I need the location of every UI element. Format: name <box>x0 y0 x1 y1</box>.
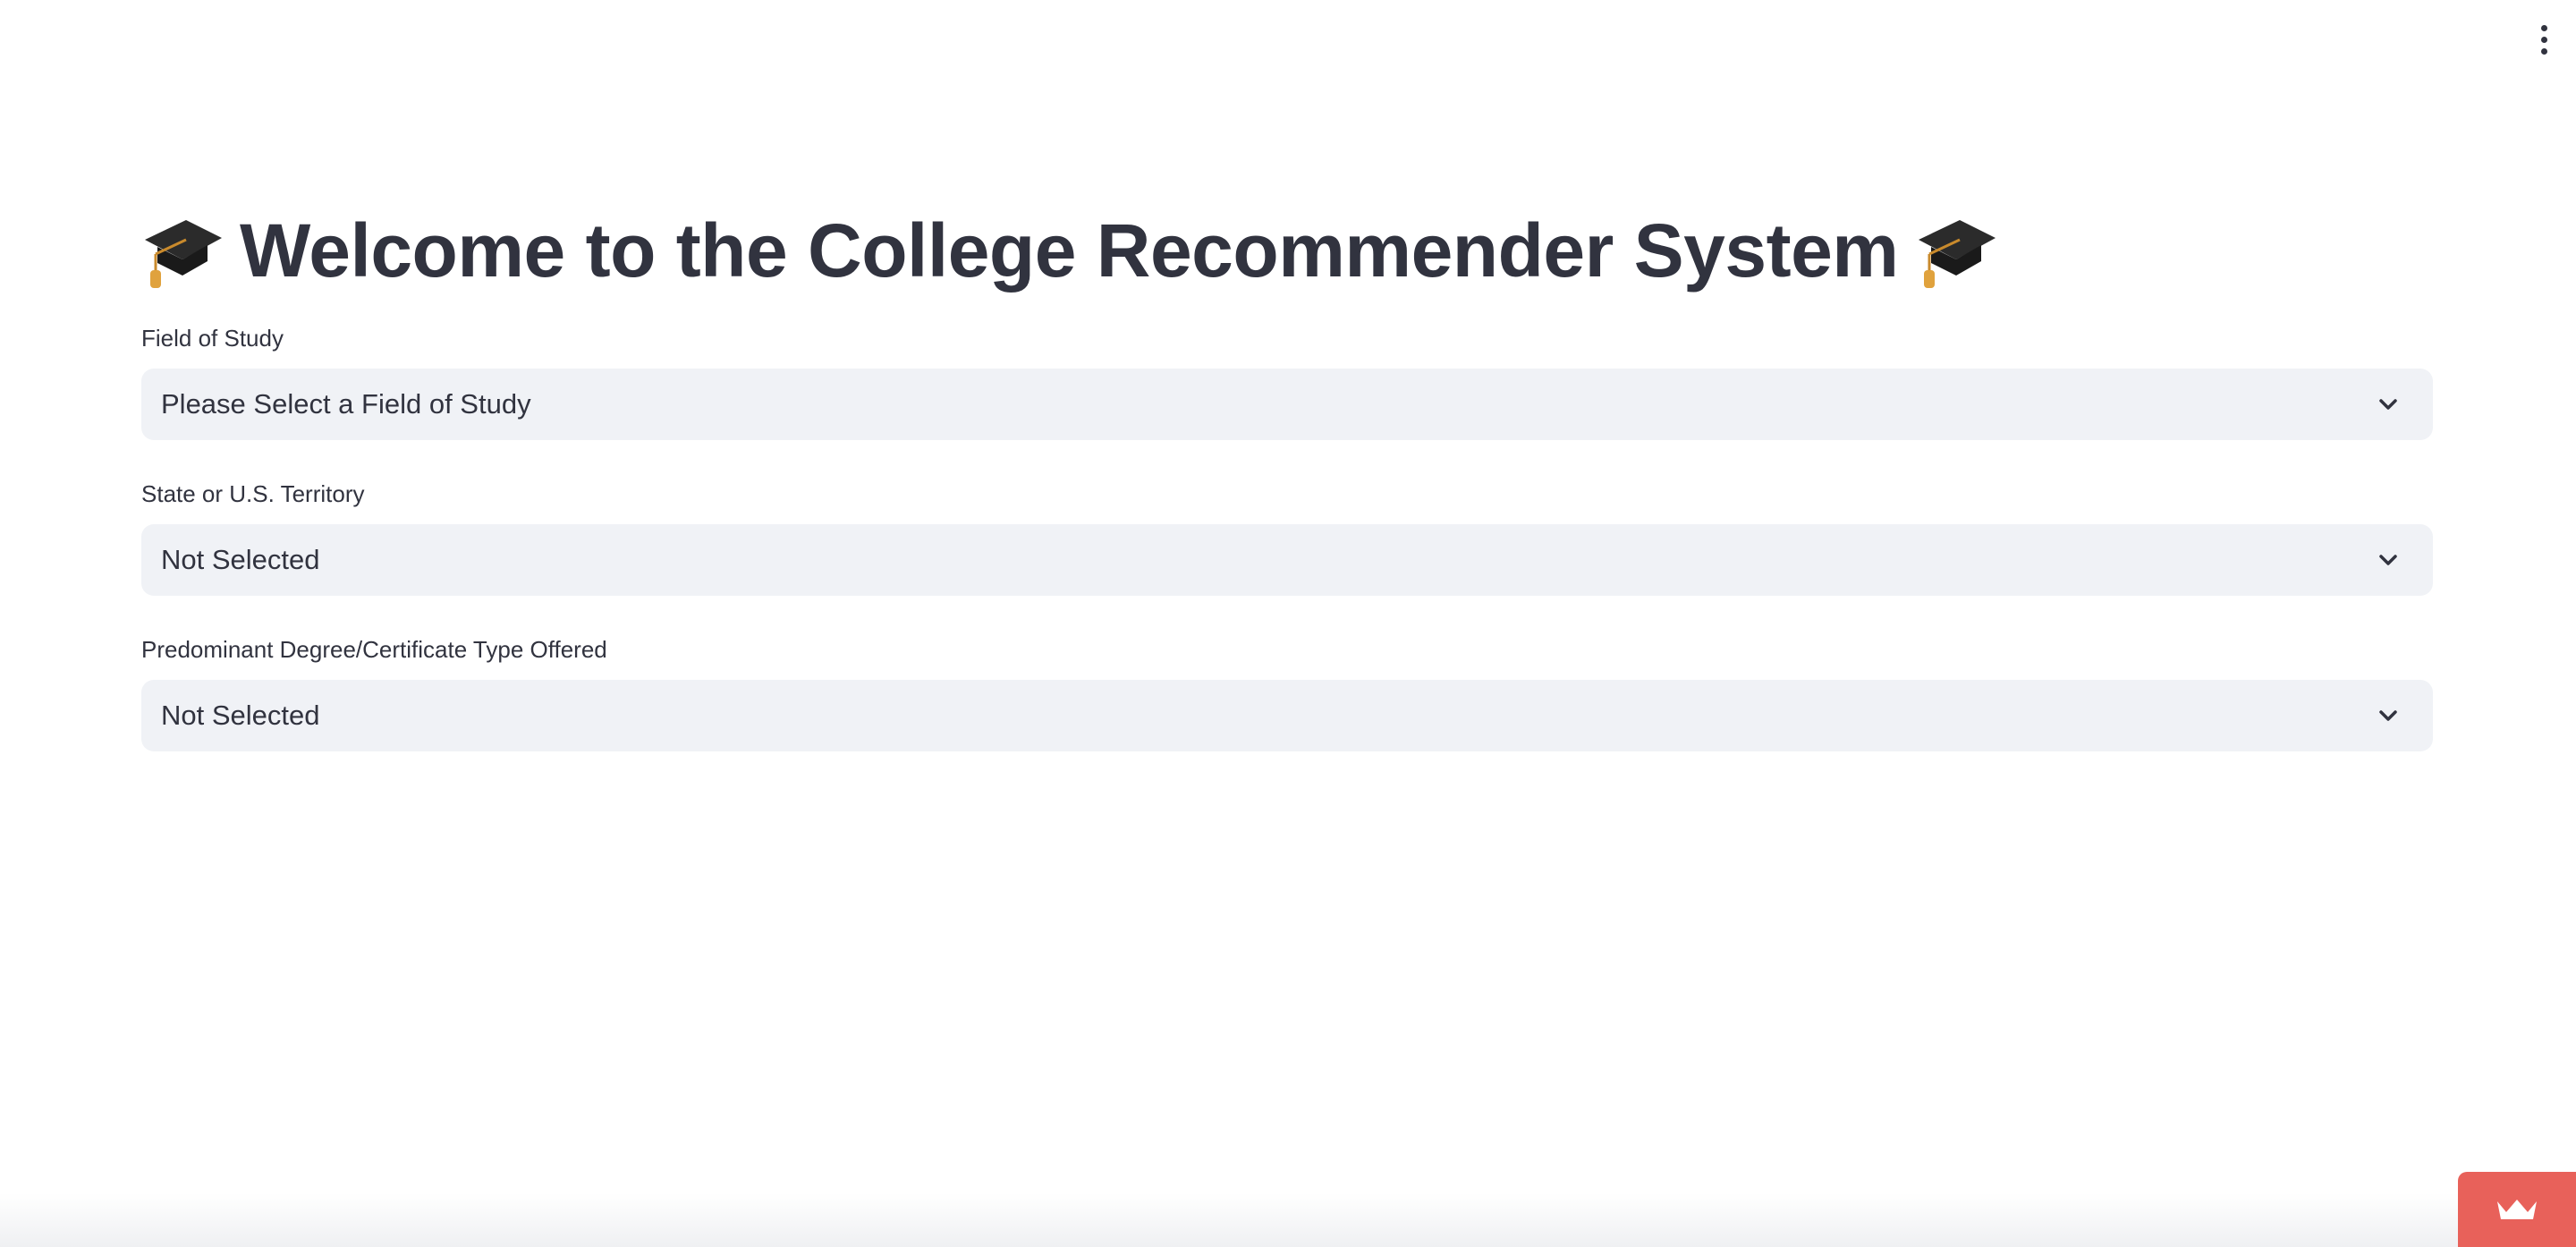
degree-type-group: Predominant Degree/Certificate Type Offe… <box>141 633 2433 751</box>
chevron-down-icon <box>2379 710 2397 721</box>
state-value: Not Selected <box>161 544 320 575</box>
field-of-study-label: Field of Study <box>141 325 284 352</box>
degree-type-value: Not Selected <box>161 700 320 731</box>
state-group: State or U.S. Territory Not Selected <box>141 478 2433 596</box>
graduation-cap-icon <box>1918 220 1996 288</box>
degree-type-select[interactable]: Not Selected <box>141 680 2433 751</box>
state-select[interactable]: Not Selected <box>141 524 2433 596</box>
page-title-text: Welcome to the College Recommender Syste… <box>240 208 1899 293</box>
chevron-down-icon <box>2379 555 2397 565</box>
app-page: Welcome to the College Recommender Syste… <box>0 0 2576 1247</box>
footer-shadow <box>0 1193 2460 1247</box>
field-of-study-select[interactable]: Please Select a Field of Study <box>141 369 2433 440</box>
main-menu-button[interactable] <box>2531 20 2556 59</box>
state-label: State or U.S. Territory <box>141 480 365 507</box>
main-content: Welcome to the College Recommender Syste… <box>141 199 2433 751</box>
graduation-cap-icon <box>145 220 222 288</box>
page-title: Welcome to the College Recommender Syste… <box>141 199 2433 302</box>
chevron-down-icon <box>2379 399 2397 410</box>
kebab-dot <box>2540 36 2547 43</box>
crown-icon <box>2497 1200 2537 1219</box>
field-of-study-value: Please Select a Field of Study <box>161 388 531 420</box>
manage-app-badge[interactable] <box>2458 1172 2576 1247</box>
degree-type-label: Predominant Degree/Certificate Type Offe… <box>141 636 607 663</box>
kebab-menu-icon <box>2540 24 2547 31</box>
kebab-dot <box>2540 47 2547 55</box>
field-of-study-group: Field of Study Please Select a Field of … <box>141 322 2433 440</box>
